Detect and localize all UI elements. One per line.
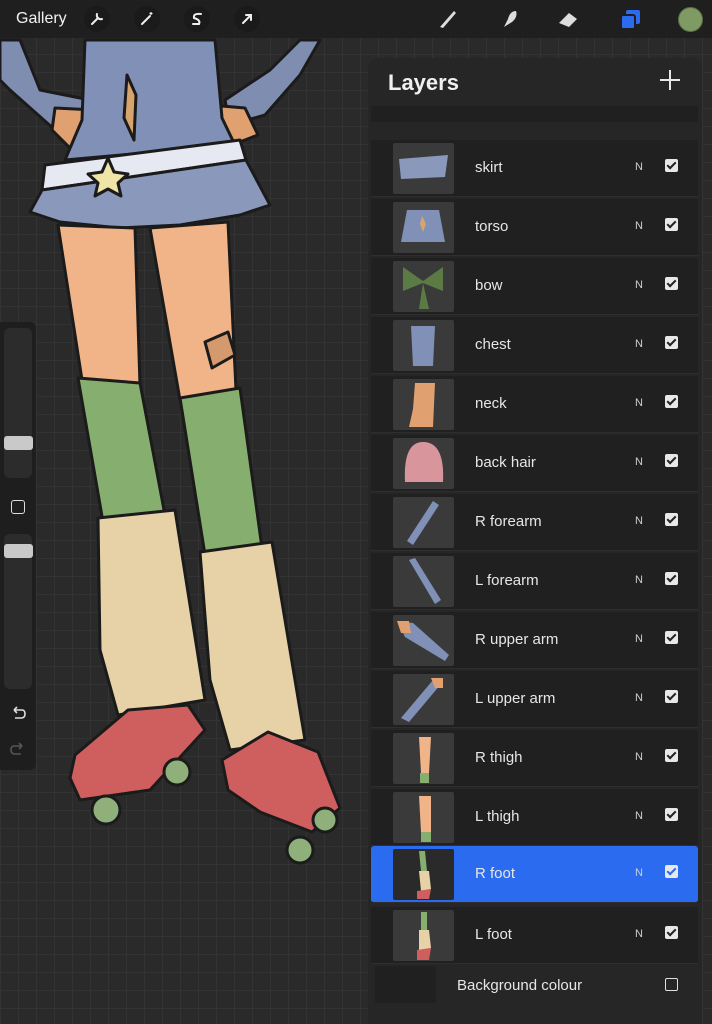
visibility-checkbox[interactable] [665, 865, 678, 878]
blend-mode[interactable]: N [635, 220, 643, 232]
layer-thumbnail [393, 556, 454, 607]
visibility-checkbox[interactable] [665, 277, 678, 290]
visibility-checkbox[interactable] [665, 572, 678, 585]
layer-row[interactable]: L forearm N [371, 553, 698, 610]
blend-mode[interactable]: N [635, 928, 643, 940]
visibility-checkbox[interactable] [665, 336, 678, 349]
layer-thumbnail [393, 261, 454, 312]
add-layer-plus-icon[interactable] [660, 70, 680, 90]
brush-icon[interactable] [434, 5, 462, 33]
top-toolbar: Gallery [0, 0, 712, 38]
layer-name: L forearm [475, 572, 539, 589]
layer-thumbnail [393, 910, 454, 961]
layer-thumbnail [393, 849, 454, 900]
blend-mode[interactable]: N [635, 574, 643, 586]
blend-mode[interactable]: N [635, 338, 643, 350]
layer-row[interactable]: L upper arm N [371, 671, 698, 728]
blend-mode[interactable]: N [635, 279, 643, 291]
visibility-checkbox[interactable] [665, 749, 678, 762]
layer-thumbnail [393, 202, 454, 253]
layer-row[interactable]: R thigh N [371, 730, 698, 787]
blend-mode[interactable]: N [635, 456, 643, 468]
color-picker-swatch[interactable] [678, 7, 703, 32]
visibility-checkbox[interactable] [665, 454, 678, 467]
selection-s-icon[interactable] [184, 6, 210, 32]
visibility-checkbox[interactable] [665, 631, 678, 644]
layer-thumbnail [393, 438, 454, 489]
blend-mode[interactable]: N [635, 867, 643, 879]
layer-thumbnail [393, 733, 454, 784]
layer-name: skirt [475, 159, 503, 176]
layer-name: L thigh [475, 808, 520, 825]
eraser-icon[interactable] [555, 5, 583, 33]
layer-row[interactable]: back hair N [371, 435, 698, 492]
layer-thumbnail [393, 320, 454, 371]
layer-row[interactable]: L foot N [371, 907, 698, 964]
blend-mode[interactable]: N [635, 810, 643, 822]
blend-mode[interactable]: N [635, 397, 643, 409]
layer-row[interactable]: skirt N [371, 140, 698, 197]
layer-row[interactable]: chest N [371, 317, 698, 374]
visibility-checkbox[interactable] [665, 159, 678, 172]
layer-name: R forearm [475, 513, 542, 530]
layers-icon[interactable] [616, 5, 644, 33]
layers-panel: Layers skirt N torso N bow N chest N nec… [368, 58, 702, 1024]
visibility-checkbox[interactable] [665, 926, 678, 939]
smudge-icon[interactable] [496, 5, 524, 33]
redo-icon[interactable] [9, 740, 27, 758]
visibility-checkbox[interactable] [665, 513, 678, 526]
background-colour-label: Background colour [457, 977, 583, 994]
blend-mode[interactable]: N [635, 751, 643, 763]
layer-name: torso [475, 218, 509, 235]
blend-mode[interactable]: N [635, 633, 643, 645]
wrench-icon[interactable] [84, 6, 110, 32]
layer-thumbnail [393, 792, 454, 843]
background-visibility-checkbox[interactable] [665, 978, 678, 991]
layer-name: chest [475, 336, 511, 353]
layer-row[interactable]: torso N [371, 199, 698, 256]
blend-mode[interactable]: N [635, 692, 643, 704]
layer-name: neck [475, 395, 507, 412]
layer-name: R upper arm [475, 631, 559, 648]
layer-thumbnail [393, 497, 454, 548]
gallery-button[interactable]: Gallery [16, 10, 67, 28]
background-colour-thumbnail[interactable] [375, 966, 436, 1003]
transform-arrow-icon[interactable] [234, 6, 260, 32]
layer-row[interactable]: bow N [371, 258, 698, 315]
layer-thumbnail [393, 379, 454, 430]
layer-row[interactable]: R upper arm N [371, 612, 698, 669]
visibility-checkbox[interactable] [665, 808, 678, 821]
brush-size-slider[interactable] [4, 328, 32, 478]
side-slider-bar [0, 322, 36, 770]
layer-row-partial[interactable] [371, 106, 698, 122]
layer-name: L foot [475, 926, 512, 943]
layers-title: Layers [388, 70, 459, 95]
brush-size-thumb[interactable] [4, 436, 33, 450]
visibility-checkbox[interactable] [665, 218, 678, 231]
visibility-checkbox[interactable] [665, 395, 678, 408]
layer-name: R thigh [475, 749, 523, 766]
blend-mode[interactable]: N [635, 161, 643, 173]
layer-row[interactable]: neck N [371, 376, 698, 433]
layer-name: bow [475, 277, 503, 294]
layer-row[interactable]: L thigh N [371, 789, 698, 846]
layer-name: R foot [475, 865, 516, 882]
background-colour-row[interactable]: Background colour [371, 962, 698, 1010]
layer-thumbnail [393, 674, 454, 725]
layer-row-selected[interactable]: R foot N [371, 846, 698, 903]
opacity-thumb[interactable] [4, 544, 33, 558]
blend-mode[interactable]: N [635, 515, 643, 527]
modify-button[interactable] [11, 500, 25, 514]
magic-wand-icon[interactable] [134, 6, 160, 32]
undo-icon[interactable] [9, 704, 27, 722]
visibility-checkbox[interactable] [665, 690, 678, 703]
layer-name: back hair [475, 454, 536, 471]
layer-row[interactable]: R forearm N [371, 494, 698, 551]
layer-thumbnail [393, 615, 454, 666]
layer-name: L upper arm [475, 690, 556, 707]
layer-thumbnail [393, 143, 454, 194]
